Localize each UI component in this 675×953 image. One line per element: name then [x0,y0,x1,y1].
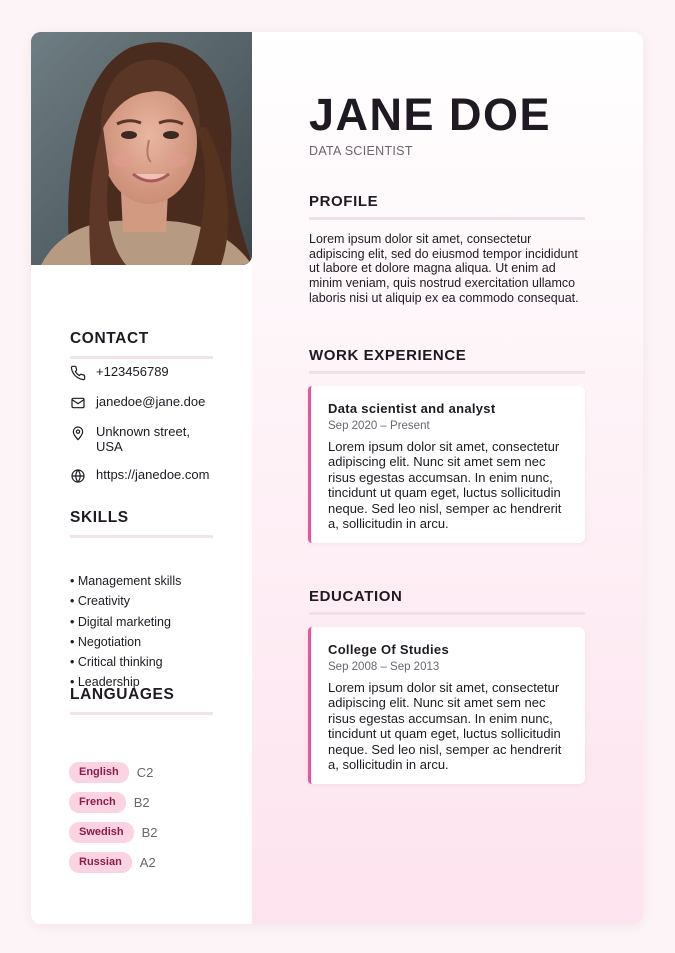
sidebar: CONTACT +123456789 janedoe@jane.doe Unkn… [31,32,252,924]
language-pill: English [69,761,129,783]
language-pill: Russian [69,851,132,873]
portrait-image [31,32,252,265]
contact-list: +123456789 janedoe@jane.doe Unknown stre… [70,364,230,497]
phone-icon [70,365,86,381]
globe-icon [70,468,86,484]
contact-phone: +123456789 [70,364,230,381]
entry-title: College Of Studies [328,642,449,657]
resume-card: CONTACT +123456789 janedoe@jane.doe Unkn… [31,32,643,924]
entry-title: Data scientist and analyst [328,401,496,416]
entry-date: Sep 2008 – Sep 2013 [328,661,440,673]
profile-heading: PROFILE [309,193,585,220]
language-item: French B2 [69,787,158,817]
skill-item: • Digital marketing [70,614,171,629]
skills-list: • Management skills • Creativity • Digit… [70,574,181,696]
skill-item: • Creativity [70,594,130,609]
language-item: English C2 [69,757,158,787]
job-title: DATA SCIENTIST [309,144,413,158]
contact-address: Unknown street, USA [70,424,230,454]
work-experience-heading: WORK EXPERIENCE [309,347,585,374]
contact-heading: CONTACT [70,330,213,359]
experience-entry: Data scientist and analyst Sep 2020 – Pr… [308,386,585,544]
profile-photo [31,32,252,265]
language-level: B2 [141,824,158,840]
skills-heading: SKILLS [70,509,213,538]
skill-item: • Management skills [70,574,182,588]
main-column: JANE DOE DATA SCIENTIST PROFILE Lorem ip… [252,32,643,924]
contact-website-text[interactable]: https://janedoe.com [96,467,216,482]
language-item: Swedish B2 [69,817,158,847]
entry-description: Lorem ipsum dolor sit amet, consectetur … [328,439,562,532]
education-entry: College Of Studies Sep 2008 – Sep 2013 L… [308,627,585,785]
location-pin-icon [70,425,86,441]
languages-list: English C2 French B2 Swedish B2 Russian … [69,757,158,877]
contact-phone-text: +123456789 [96,364,169,379]
language-pill: French [69,791,126,813]
contact-email: janedoe@jane.doe [70,394,230,411]
contact-address-text: Unknown street, USA [96,424,190,454]
skill-item: • Negotiation [70,634,142,649]
language-item: Russian A2 [69,847,158,877]
language-pill: Swedish [69,821,134,843]
contact-email-text[interactable]: janedoe@jane.doe [96,394,216,409]
profile-text: Lorem ipsum dolor sit amet, consectetur … [309,232,579,305]
person-name: JANE DOE [309,89,552,140]
language-level: C2 [136,764,154,780]
entry-date: Sep 2020 – Present [328,420,430,432]
language-level: B2 [133,794,150,810]
language-level: A2 [139,854,156,870]
contact-website: https://janedoe.com [70,467,230,484]
skill-item: • Critical thinking [70,655,163,670]
education-heading: EDUCATION [309,588,585,615]
entry-description: Lorem ipsum dolor sit amet, consectetur … [328,680,562,773]
languages-heading: LANGUAGES [70,686,213,715]
mail-icon [70,395,86,411]
